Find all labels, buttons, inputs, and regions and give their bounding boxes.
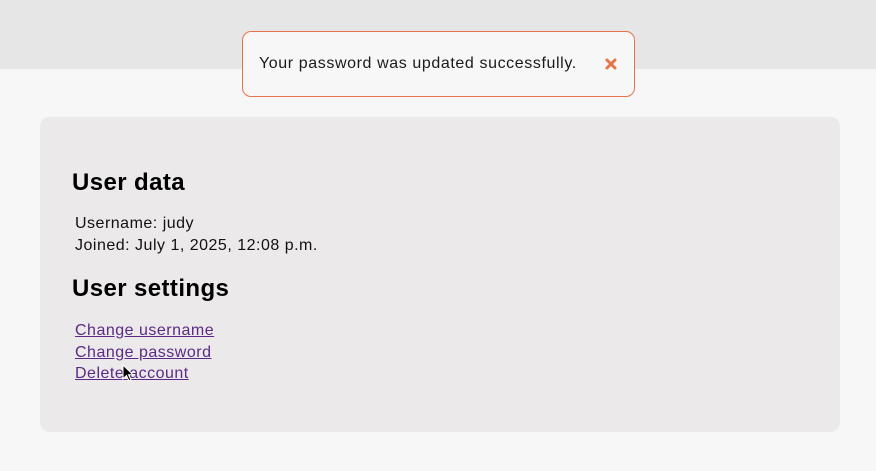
user-settings-heading: User settings [72,275,230,302]
user-data-heading: User data [72,169,185,196]
notification-message: Your password was updated successfully. [259,55,577,72]
change-username-link[interactable]: Change username [75,322,214,340]
success-notification: Your password was updated successfully. [242,31,635,97]
close-icon[interactable] [604,57,618,71]
username-info: Username: judy [75,215,195,232]
mouse-pointer-icon [122,364,134,382]
change-password-link[interactable]: Change password [75,344,211,362]
user-card: User data Username: judy Joined: July 1,… [40,117,840,432]
joined-info: Joined: July 1, 2025, 12:08 p.m. [75,237,318,254]
